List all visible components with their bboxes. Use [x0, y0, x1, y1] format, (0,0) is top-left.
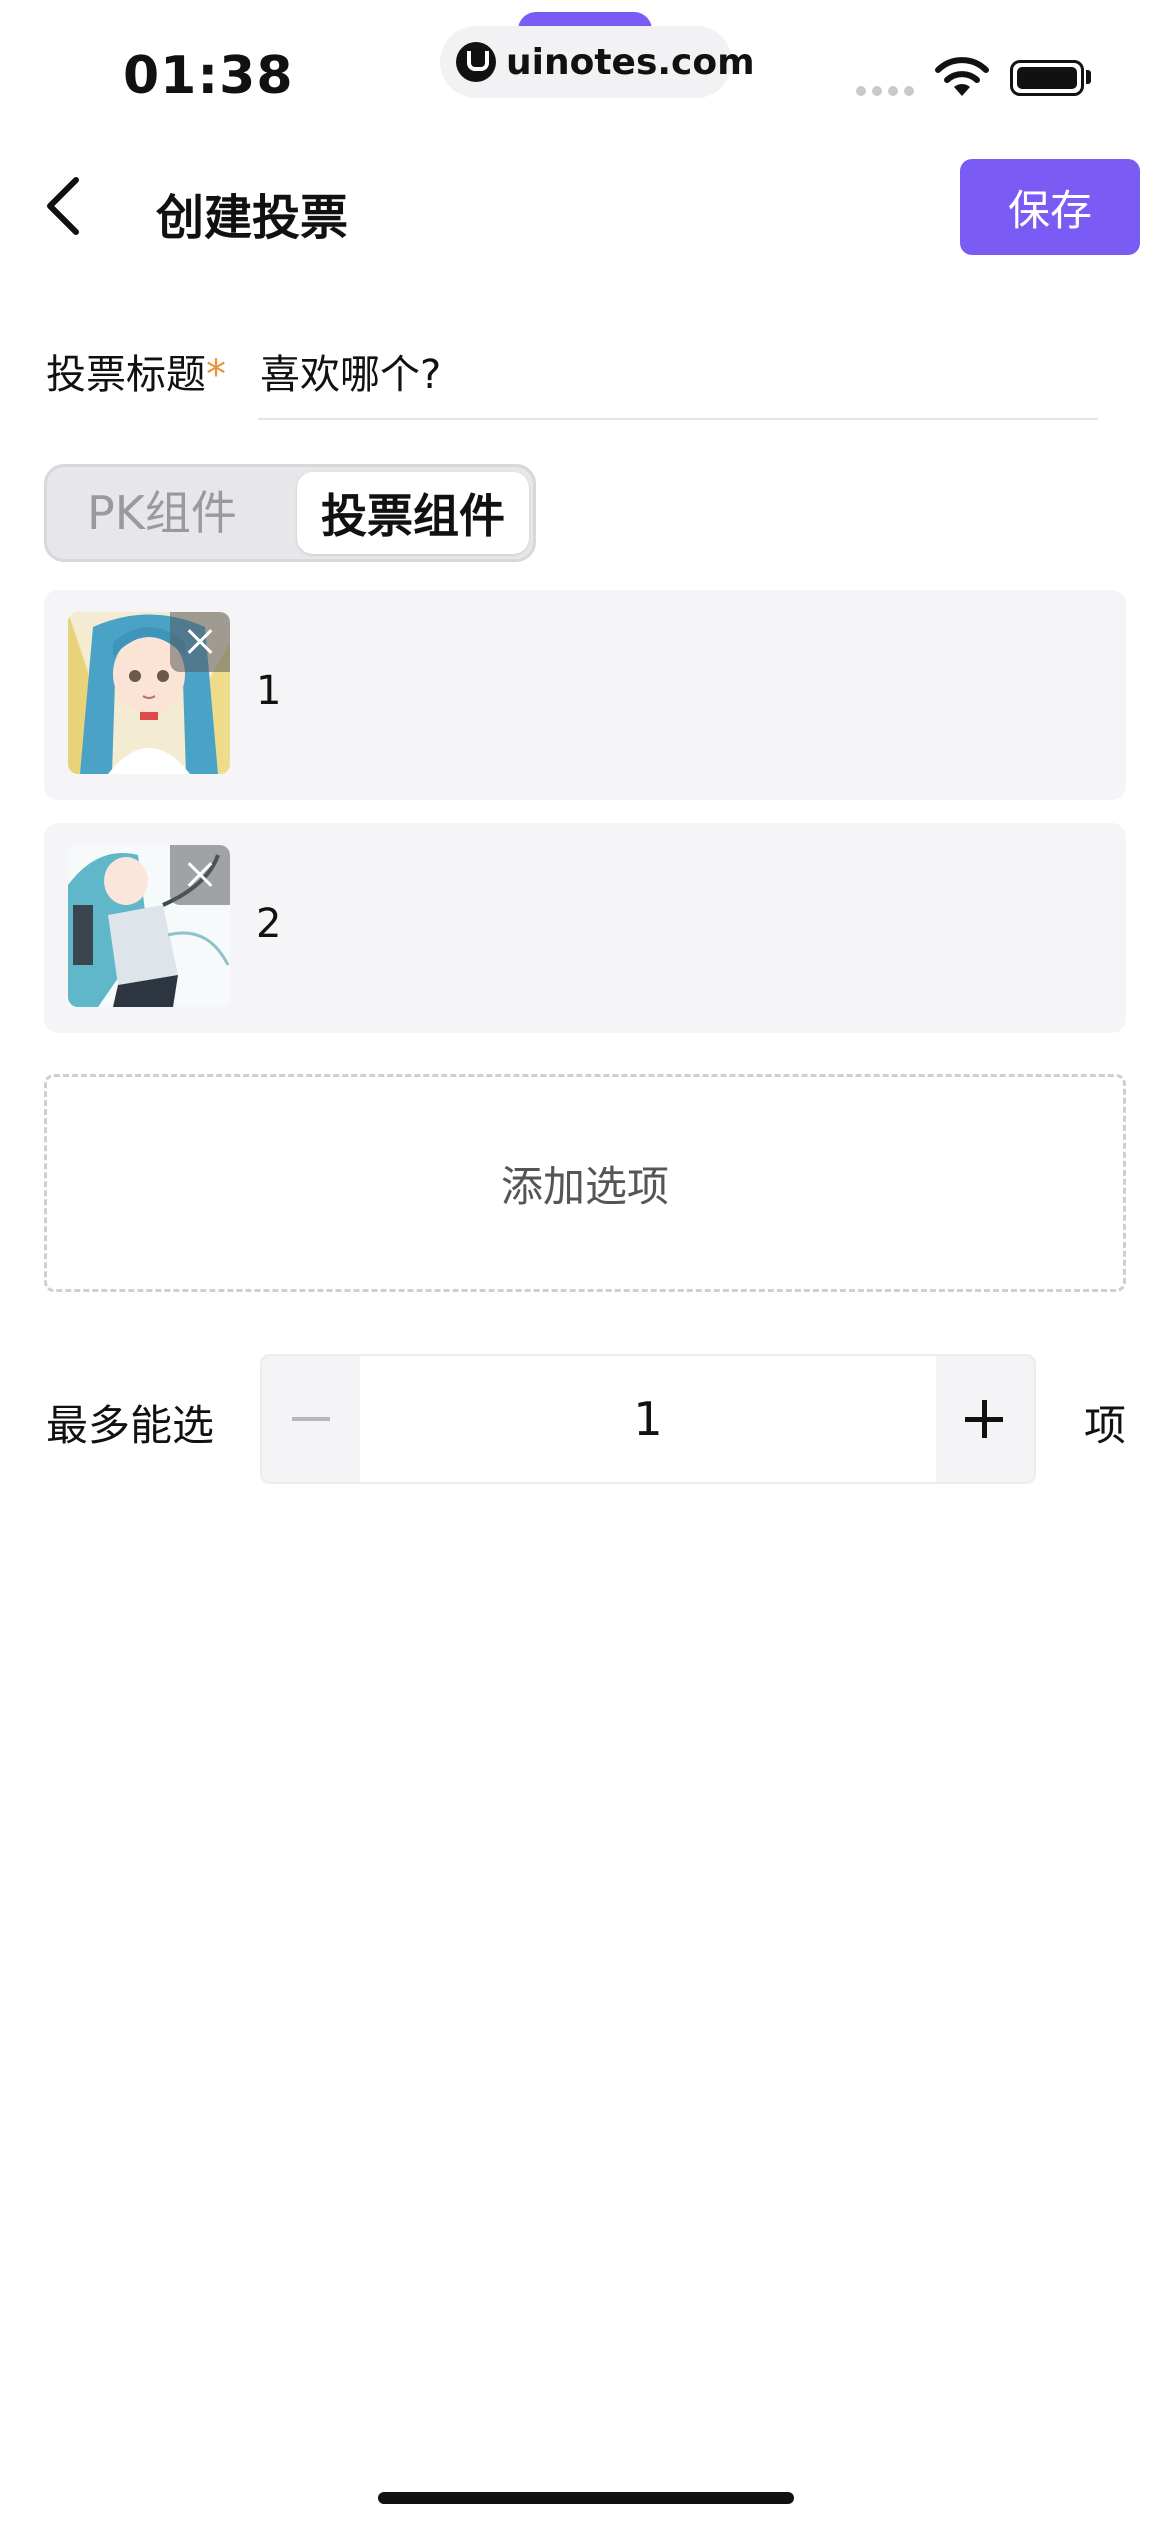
tab-vote-component[interactable]: 投票组件	[297, 472, 529, 554]
tab-pk-component[interactable]: PK组件	[87, 467, 237, 559]
option-image[interactable]	[68, 845, 230, 1007]
option-text[interactable]: 1	[256, 668, 281, 714]
option-image[interactable]	[68, 612, 230, 774]
save-button[interactable]: 保存	[960, 159, 1140, 255]
max-select-stepper: 1	[260, 1354, 1036, 1484]
url-text: uinotes.com	[506, 41, 755, 83]
page-title: 创建投票	[156, 190, 349, 246]
minus-icon[interactable]	[262, 1356, 360, 1482]
plus-icon[interactable]	[936, 1356, 1034, 1482]
signal-icon	[856, 86, 914, 96]
vote-title-underline	[258, 418, 1098, 420]
option-text[interactable]: 2	[256, 901, 281, 947]
required-mark: *	[206, 352, 226, 398]
option-card: 1	[44, 590, 1126, 800]
add-option-button[interactable]: 添加选项	[44, 1074, 1126, 1292]
max-select-label: 最多能选	[46, 1401, 215, 1450]
close-icon[interactable]	[170, 612, 230, 672]
component-type-segmented: PK组件 投票组件	[44, 464, 536, 562]
url-pill[interactable]: uinotes.com	[440, 26, 755, 98]
max-select-input[interactable]: 1	[360, 1356, 936, 1482]
battery-icon	[1010, 60, 1084, 96]
site-logo-icon	[456, 42, 496, 82]
close-icon[interactable]	[170, 845, 230, 905]
wifi-icon	[935, 57, 989, 96]
battery-cap	[1086, 70, 1091, 84]
vote-title-label-text: 投票标题	[46, 352, 206, 398]
max-select-unit: 项	[1084, 1401, 1127, 1450]
vote-title-input[interactable]: 喜欢哪个?	[260, 342, 441, 400]
vote-title-label: 投票标题*	[46, 342, 226, 400]
option-card: 2	[44, 823, 1126, 1033]
status-time: 01:38	[123, 46, 294, 106]
home-indicator[interactable]	[378, 2492, 794, 2504]
chevron-left-icon[interactable]	[42, 176, 82, 236]
